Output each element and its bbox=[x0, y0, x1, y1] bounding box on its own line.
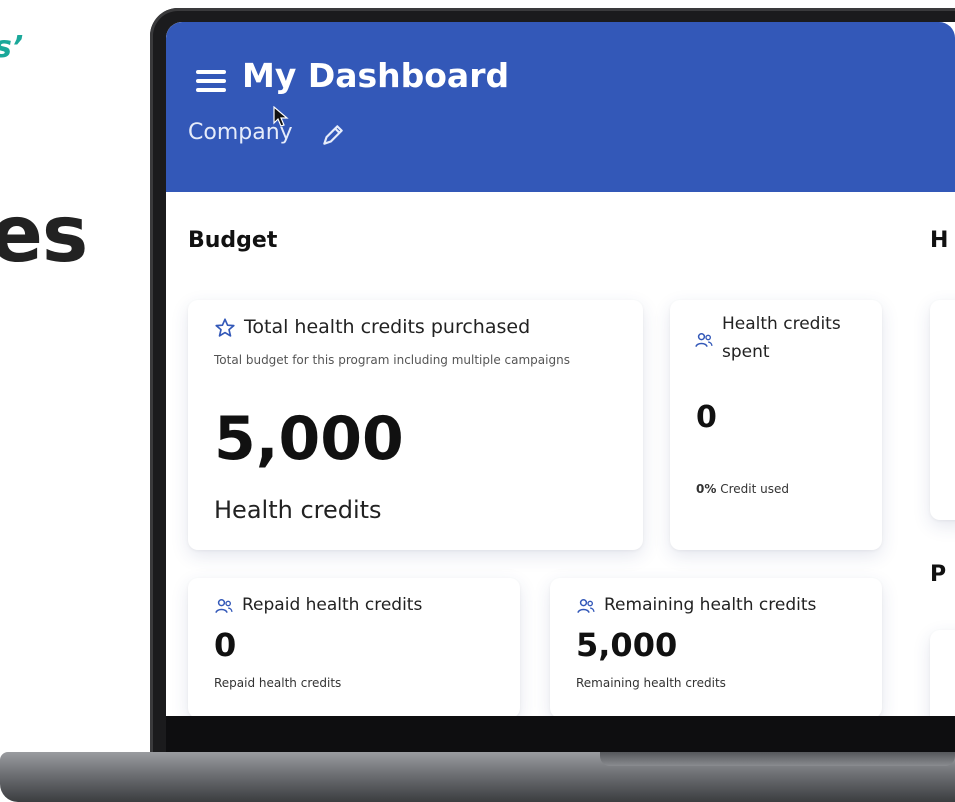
marketing-fragment-top: s’ bbox=[0, 30, 24, 65]
repaid-credits-value: 0 bbox=[214, 626, 237, 664]
menu-icon[interactable] bbox=[196, 70, 226, 92]
credits-used-line: 0% Credit used bbox=[696, 482, 789, 496]
marketing-fragment-big: es bbox=[0, 190, 88, 280]
credits-spent-title-line2: spent bbox=[722, 342, 770, 362]
total-credits-value: 5,000 bbox=[214, 404, 404, 474]
app-header: My Dashboard Company bbox=[166, 22, 955, 192]
budget-section-title: Budget bbox=[188, 228, 278, 253]
total-credits-unit: Health credits bbox=[214, 496, 382, 524]
users-icon bbox=[577, 599, 595, 613]
credits-used-label: Credit used bbox=[720, 482, 789, 496]
screen-bottom-bezel bbox=[166, 716, 955, 752]
remaining-credits-value: 5,000 bbox=[576, 626, 678, 664]
star-icon bbox=[215, 318, 235, 337]
right-card-bottom bbox=[930, 630, 955, 716]
users-icon bbox=[215, 599, 233, 613]
page-title: My Dashboard bbox=[242, 56, 510, 95]
credits-spent-value: 0 bbox=[696, 400, 717, 435]
pencil-icon[interactable] bbox=[320, 122, 346, 148]
remaining-credits-title: Remaining health credits bbox=[604, 595, 817, 615]
cursor-icon bbox=[273, 106, 289, 127]
laptop-screen: My Dashboard Company Budget H P Total he… bbox=[166, 22, 955, 716]
users-icon bbox=[695, 333, 713, 347]
credits-spent-card: Health credits spent 0 0% Credit used bbox=[670, 300, 882, 550]
remaining-credits-card: Remaining health credits 5,000 Remaining… bbox=[550, 578, 882, 716]
total-credits-title: Total health credits purchased bbox=[244, 316, 531, 338]
right-section-title-h: H bbox=[930, 228, 949, 253]
total-credits-description: Total budget for this program including … bbox=[214, 353, 570, 367]
right-section-title-p: P bbox=[930, 562, 947, 587]
right-card-top bbox=[930, 300, 955, 520]
total-credits-card: Total health credits purchased Total bud… bbox=[188, 300, 643, 550]
repaid-credits-title: Repaid health credits bbox=[242, 595, 423, 615]
remaining-credits-caption: Remaining health credits bbox=[576, 676, 726, 690]
repaid-credits-caption: Repaid health credits bbox=[214, 676, 342, 690]
credits-spent-title-line1: Health credits bbox=[722, 314, 841, 334]
laptop-notch bbox=[600, 752, 955, 766]
repaid-credits-card: Repaid health credits 0 Repaid health cr… bbox=[188, 578, 520, 716]
credits-used-percent: 0% bbox=[696, 482, 717, 496]
